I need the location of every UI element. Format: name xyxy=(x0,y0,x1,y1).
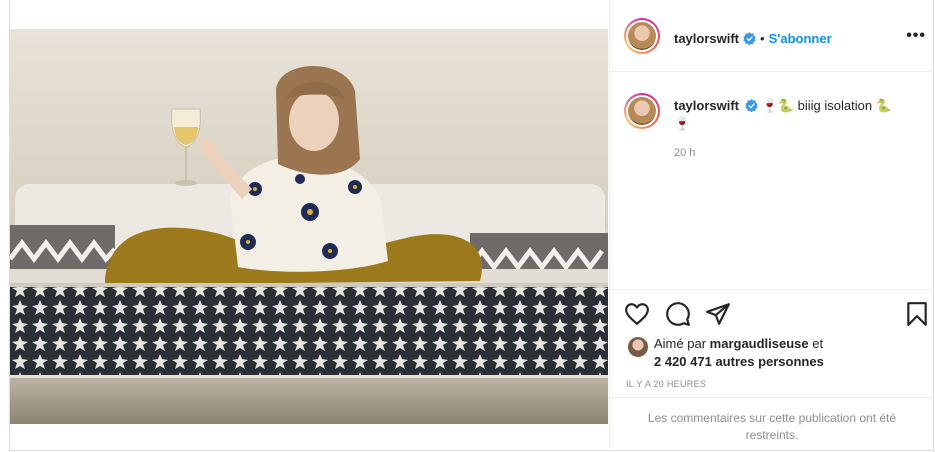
comments-restricted-notice: Les commentaires sur cette publication o… xyxy=(610,397,934,451)
post-caption: taylorswift 🍷🐍 biiig isolation 🐍 🍷 xyxy=(674,97,924,133)
post-side-panel: taylorswift • S'abonner ••• taylorswift 🍷… xyxy=(609,0,934,451)
follow-button[interactable]: S'abonner xyxy=(769,31,832,46)
heart-icon[interactable] xyxy=(624,301,650,327)
caption-text-end: 🍷 xyxy=(674,116,691,131)
verified-badge-icon xyxy=(743,32,756,45)
likes-count[interactable]: 2 420 471 autres personnes xyxy=(654,354,824,369)
paper-plane-icon[interactable] xyxy=(705,301,731,327)
separator-dot: • xyxy=(760,31,765,46)
caption-text: 🍷🐍 biiig isolation 🐍 xyxy=(761,98,892,113)
action-bar xyxy=(610,289,934,337)
liker-avatar[interactable] xyxy=(628,337,648,357)
photo-illustration xyxy=(10,29,608,424)
likes-and: et xyxy=(812,336,824,351)
post-photo[interactable] xyxy=(10,29,608,424)
post-header: taylorswift • S'abonner ••• xyxy=(610,0,934,72)
more-options-icon[interactable]: ••• xyxy=(906,27,926,45)
verified-badge-icon xyxy=(745,99,758,112)
bookmark-icon[interactable] xyxy=(904,301,930,327)
comment-bubble-icon[interactable] xyxy=(665,301,691,327)
likes-prefix: Aimé par xyxy=(654,336,707,351)
caption-timestamp[interactable]: 20 h xyxy=(674,147,695,159)
author-line: taylorswift • S'abonner xyxy=(674,30,832,48)
caption-username[interactable]: taylorswift xyxy=(674,98,739,113)
caption-avatar[interactable] xyxy=(624,93,660,129)
post-timestamp[interactable]: IL Y A 20 HEURES xyxy=(626,379,706,389)
liker-username[interactable]: margaudliseuse xyxy=(710,336,809,351)
author-username[interactable]: taylorswift xyxy=(674,31,739,46)
author-avatar[interactable] xyxy=(624,18,660,54)
likes-summary: Aimé par margaudliseuse et 2 420 471 aut… xyxy=(654,335,824,371)
